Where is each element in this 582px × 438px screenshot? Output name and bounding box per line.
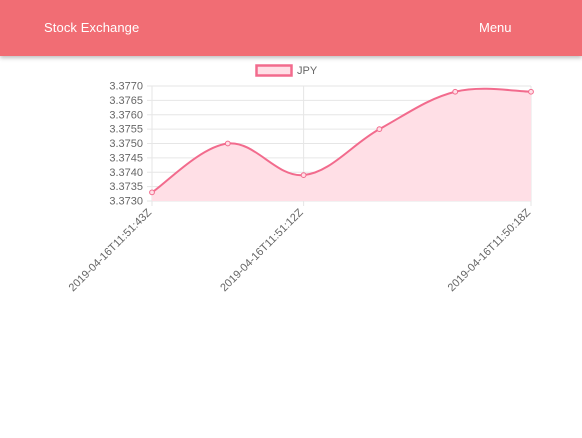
app-title: Stock Exchange xyxy=(44,20,140,35)
y-tick-label: 3.3740 xyxy=(109,167,143,179)
series-area-fill xyxy=(152,88,531,201)
legend-label-jpy: JPY xyxy=(297,65,318,77)
x-tick-label: 2019-04-16T11:51:43Z xyxy=(67,206,155,294)
y-tick-label: 3.3730 xyxy=(109,196,143,208)
menu-button[interactable]: Menu xyxy=(476,18,515,38)
y-tick-label: 3.3760 xyxy=(109,109,143,121)
legend-swatch xyxy=(255,64,293,77)
data-point xyxy=(149,189,155,196)
chart-container: 3.3770 3.3765 3.3760 3.3755 3.3750 3.3745 3.37… xyxy=(0,56,582,433)
data-point xyxy=(376,126,383,133)
data-point xyxy=(224,140,231,147)
data-point xyxy=(300,172,307,179)
y-tick-label: 3.3755 xyxy=(109,124,143,136)
y-tick-label: 3.3735 xyxy=(109,181,143,193)
price-line-chart: 3.3770 3.3765 3.3760 3.3755 3.3750 3.3745 3.37… xyxy=(67,64,534,294)
data-point xyxy=(452,88,459,95)
x-tick-label: 2019-04-16T11:51:12Z xyxy=(218,206,306,294)
app-bar: Stock Exchange Menu xyxy=(0,0,582,56)
y-tick-label: 3.3750 xyxy=(109,138,143,150)
data-point xyxy=(528,88,534,95)
y-tick-label: 3.3765 xyxy=(109,95,143,107)
x-tick-label: 2019-04-16T11:50:18Z xyxy=(446,206,534,294)
y-tick-label: 3.3745 xyxy=(109,152,143,164)
y-tick-label: 3.3770 xyxy=(109,81,143,93)
